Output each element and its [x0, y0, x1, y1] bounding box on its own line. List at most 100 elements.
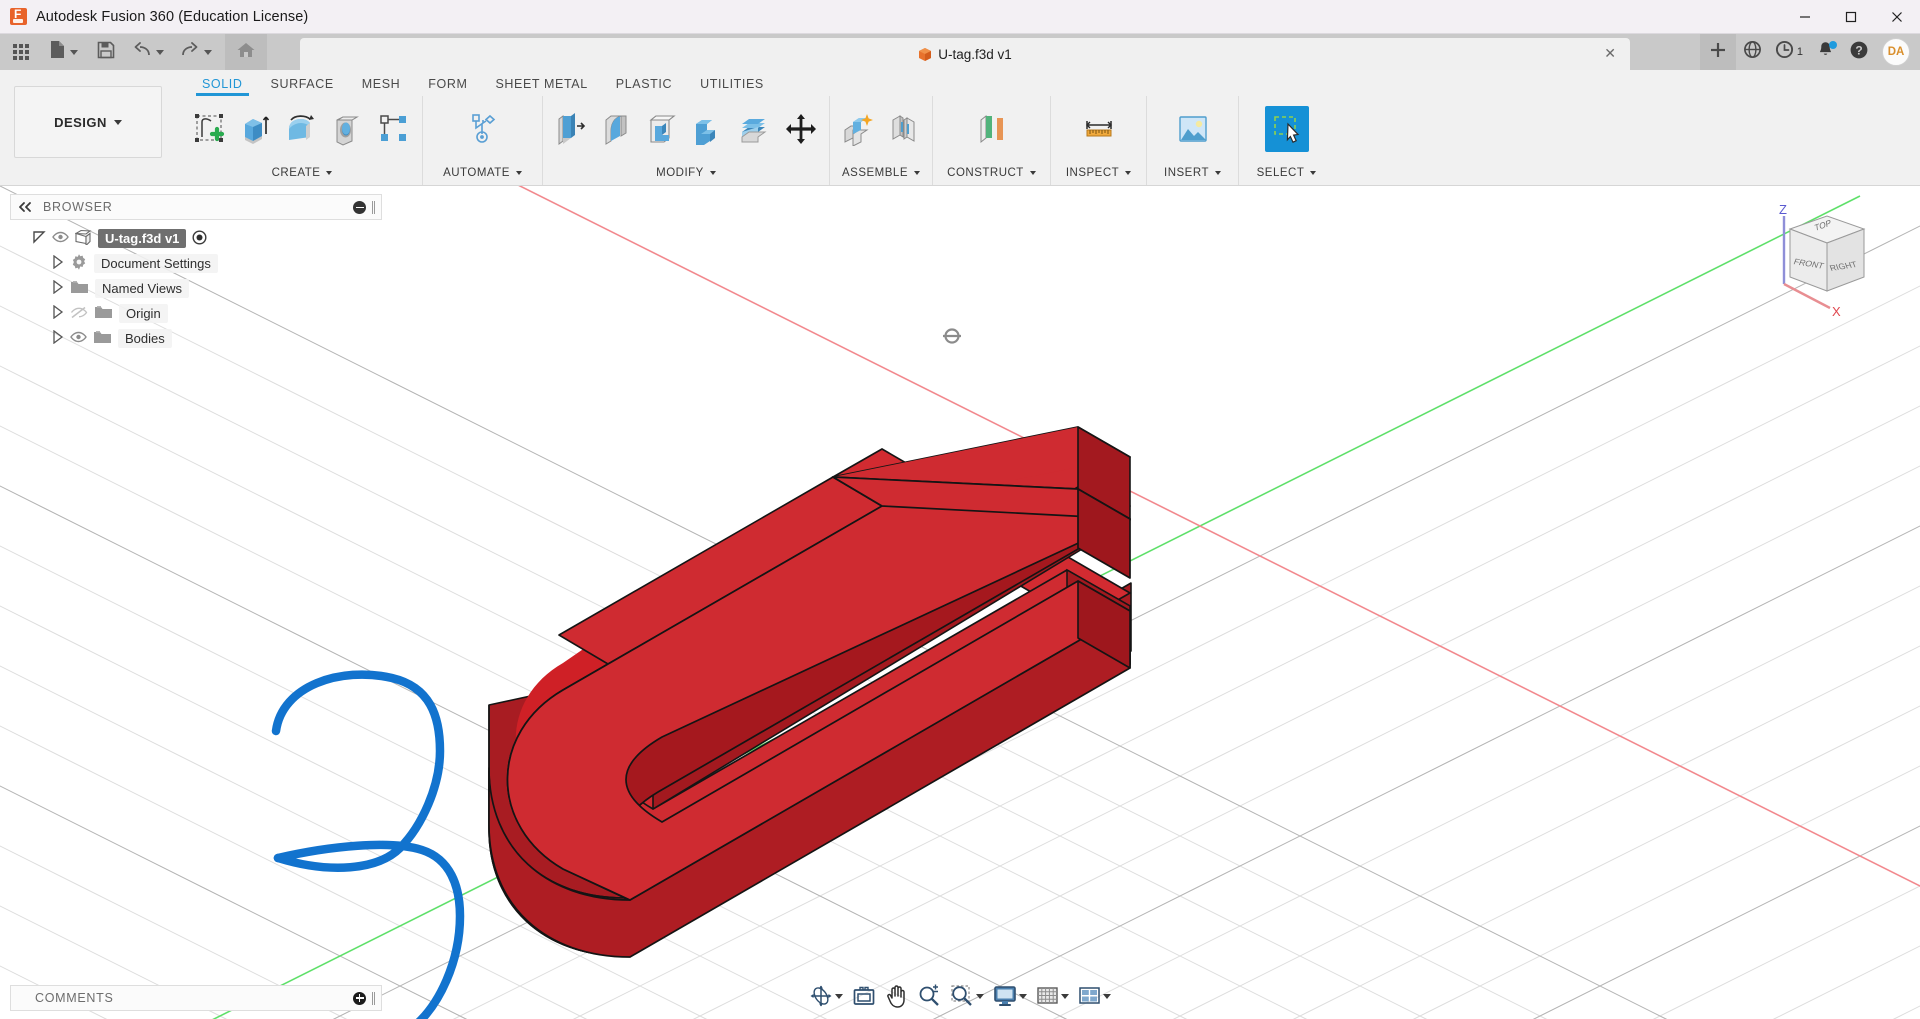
- title-bar: Autodesk Fusion 360 (Education License): [0, 0, 1920, 34]
- comments-panel[interactable]: COMMENTS: [10, 985, 382, 1011]
- panel-inspect-label[interactable]: INSPECT: [1051, 161, 1146, 185]
- workspace-switcher[interactable]: DESIGN: [14, 86, 162, 158]
- panel-label-text: CONSTRUCT: [947, 167, 1024, 179]
- eye-visible-icon[interactable]: [70, 331, 87, 346]
- minimize-button[interactable]: [1782, 0, 1828, 34]
- file-new-icon: [49, 40, 66, 64]
- double-chevron-left-icon[interactable]: [17, 200, 33, 215]
- zoom-button[interactable]: [914, 981, 944, 1011]
- comments-resize-grip[interactable]: [372, 991, 375, 1005]
- display-settings-button[interactable]: [990, 981, 1030, 1011]
- panel-create-label[interactable]: CREATE: [182, 161, 422, 185]
- redo-button[interactable]: [175, 34, 217, 70]
- extensions-button[interactable]: [1736, 34, 1770, 70]
- eye-visible-icon[interactable]: [52, 231, 69, 246]
- move-copy-tool[interactable]: [779, 106, 823, 152]
- app-grid-button[interactable]: [6, 34, 36, 70]
- panel-modify-label[interactable]: MODIFY: [543, 161, 829, 185]
- panel-insert-tools: [1147, 96, 1238, 161]
- chevron-down-icon[interactable]: [835, 993, 843, 999]
- notifications-button[interactable]: [1808, 34, 1842, 70]
- new-tab-button[interactable]: [1699, 34, 1736, 70]
- automated-modeling-tool[interactable]: [461, 106, 505, 152]
- fusion360-logo-icon: [10, 7, 27, 25]
- tab-utilities[interactable]: UTILITIES: [686, 77, 778, 96]
- tree-item-document-settings[interactable]: Document Settings: [10, 251, 380, 276]
- chevron-down-icon[interactable]: [1061, 993, 1069, 999]
- panel-resize-grip[interactable]: [372, 200, 375, 214]
- extrude-tool[interactable]: [234, 106, 278, 152]
- measure-tool[interactable]: [1077, 106, 1121, 152]
- document-tab-close-icon[interactable]: ✕: [1604, 46, 1616, 60]
- avatar[interactable]: DA: [1882, 38, 1910, 66]
- zoom-window-button[interactable]: [947, 981, 987, 1011]
- hole-tool[interactable]: [326, 106, 370, 152]
- viewports-button[interactable]: [1075, 981, 1114, 1011]
- panel-insert-label[interactable]: INSERT: [1147, 161, 1238, 185]
- close-button[interactable]: [1874, 0, 1920, 34]
- panel-assemble-label[interactable]: ASSEMBLE: [830, 161, 932, 185]
- expand-triangle-icon[interactable]: [52, 304, 64, 322]
- activate-component-radio[interactable]: [192, 229, 207, 248]
- chevron-down-icon[interactable]: [70, 49, 78, 55]
- tab-surface[interactable]: SURFACE: [257, 77, 348, 96]
- chevron-down-icon[interactable]: [204, 49, 212, 55]
- look-at-button[interactable]: [849, 981, 879, 1011]
- chevron-down-icon[interactable]: [156, 49, 164, 55]
- help-button[interactable]: ?: [1842, 34, 1876, 70]
- tab-sheet-metal[interactable]: SHEET METAL: [481, 77, 601, 96]
- job-count-label: 1: [1796, 46, 1803, 58]
- split-face-tool[interactable]: [733, 106, 777, 152]
- look-at-icon: [853, 986, 875, 1005]
- expand-triangle-icon[interactable]: [52, 329, 64, 347]
- circle-minus-icon[interactable]: [353, 200, 366, 214]
- maximize-button[interactable]: [1828, 0, 1874, 34]
- expand-triangle-icon[interactable]: [52, 254, 64, 272]
- tab-mesh[interactable]: MESH: [348, 77, 415, 96]
- panel-select-label[interactable]: SELECT: [1239, 161, 1334, 185]
- revolve-tool[interactable]: [280, 106, 324, 152]
- combine-tool[interactable]: [687, 106, 731, 152]
- folder-icon: [94, 305, 113, 323]
- 3d-viewport[interactable]: BROWSER U-tag.f3d v1 Document Settings N…: [0, 186, 1920, 1019]
- undo-button[interactable]: [127, 34, 169, 70]
- new-file-button[interactable]: [44, 34, 83, 70]
- eye-hidden-icon[interactable]: [70, 306, 88, 322]
- chevron-down-icon: [326, 171, 333, 175]
- panel-construct-label[interactable]: CONSTRUCT: [933, 161, 1050, 185]
- home-button[interactable]: [225, 34, 267, 70]
- expand-triangle-icon[interactable]: [32, 230, 46, 247]
- document-tab-u-tag[interactable]: U-tag.f3d v1 ✕: [300, 38, 1630, 70]
- chevron-down-icon[interactable]: [1019, 993, 1027, 999]
- tab-form[interactable]: FORM: [414, 77, 481, 96]
- create-sketch-tool[interactable]: [188, 106, 232, 152]
- orbit-button[interactable]: [806, 981, 846, 1011]
- press-pull-tool[interactable]: [549, 106, 593, 152]
- chevron-down-icon[interactable]: [1103, 993, 1111, 999]
- grid-snaps-button[interactable]: [1033, 981, 1072, 1011]
- tree-item-root[interactable]: U-tag.f3d v1: [10, 226, 380, 251]
- joint-tool[interactable]: [882, 106, 926, 152]
- tree-item-label: U-tag.f3d v1: [98, 229, 187, 248]
- tree-item-bodies[interactable]: Bodies: [10, 326, 380, 351]
- panel-automate-label[interactable]: AUTOMATE: [423, 161, 542, 185]
- new-component-tool[interactable]: [836, 106, 880, 152]
- view-cube[interactable]: Z X TOP FRONT RIGHT: [1752, 198, 1902, 328]
- tree-item-named-views[interactable]: Named Views: [10, 276, 380, 301]
- offset-plane-tool[interactable]: [970, 106, 1014, 152]
- job-status-button[interactable]: 1: [1770, 34, 1808, 70]
- shell-tool[interactable]: [641, 106, 685, 152]
- select-tool[interactable]: [1264, 105, 1309, 152]
- tab-plastic[interactable]: PLASTIC: [602, 77, 686, 96]
- panel-automate: AUTOMATE: [422, 96, 542, 185]
- fillet-tool[interactable]: [595, 106, 639, 152]
- tab-solid[interactable]: SOLID: [188, 77, 257, 96]
- save-button[interactable]: [91, 34, 121, 70]
- tree-item-origin[interactable]: Origin: [10, 301, 380, 326]
- expand-triangle-icon[interactable]: [52, 279, 64, 297]
- pattern-tool[interactable]: [372, 106, 416, 152]
- insert-canvas-tool[interactable]: [1171, 106, 1215, 152]
- pan-button[interactable]: [882, 981, 911, 1011]
- chevron-down-icon[interactable]: [976, 993, 984, 999]
- circle-plus-icon[interactable]: [353, 991, 366, 1005]
